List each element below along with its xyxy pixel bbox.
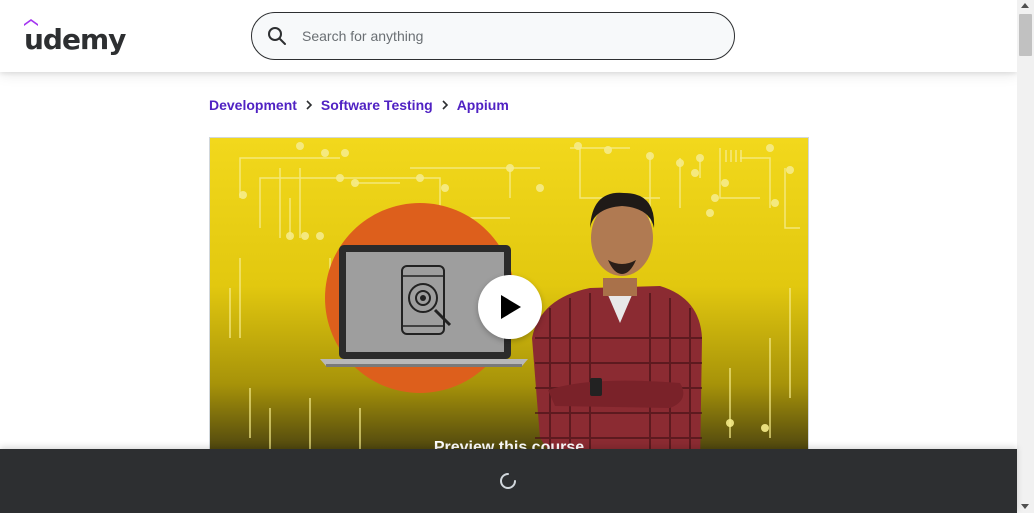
chevron-right-icon (297, 96, 321, 114)
logo-wordmark: udemy (24, 23, 126, 56)
udemy-hat-icon (24, 19, 38, 26)
breadcrumb-software-testing[interactable]: Software Testing (321, 97, 433, 113)
breadcrumb: Development Software Testing Appium (209, 96, 509, 114)
scroll-down-arrow-icon[interactable] (1021, 504, 1029, 509)
breadcrumb-appium[interactable]: Appium (457, 97, 509, 113)
course-preview-video[interactable]: Preview this course (209, 137, 809, 467)
play-icon (501, 295, 521, 319)
loading-spinner-icon (500, 473, 516, 489)
chevron-right-icon (433, 96, 457, 114)
search-icon[interactable] (252, 13, 302, 59)
page-viewport: udemy Development Software Testing Appiu… (0, 0, 1034, 513)
breadcrumb-development[interactable]: Development (209, 97, 297, 113)
top-header: udemy (0, 0, 1017, 72)
scroll-up-arrow-icon[interactable] (1021, 3, 1029, 8)
scroll-thumb[interactable] (1019, 14, 1032, 56)
vertical-scrollbar[interactable] (1017, 0, 1034, 513)
search-bar[interactable] (251, 12, 735, 60)
play-button[interactable] (478, 275, 542, 339)
bottom-loading-bar (0, 449, 1017, 513)
search-input[interactable] (302, 16, 702, 56)
udemy-logo[interactable]: udemy (24, 18, 126, 56)
